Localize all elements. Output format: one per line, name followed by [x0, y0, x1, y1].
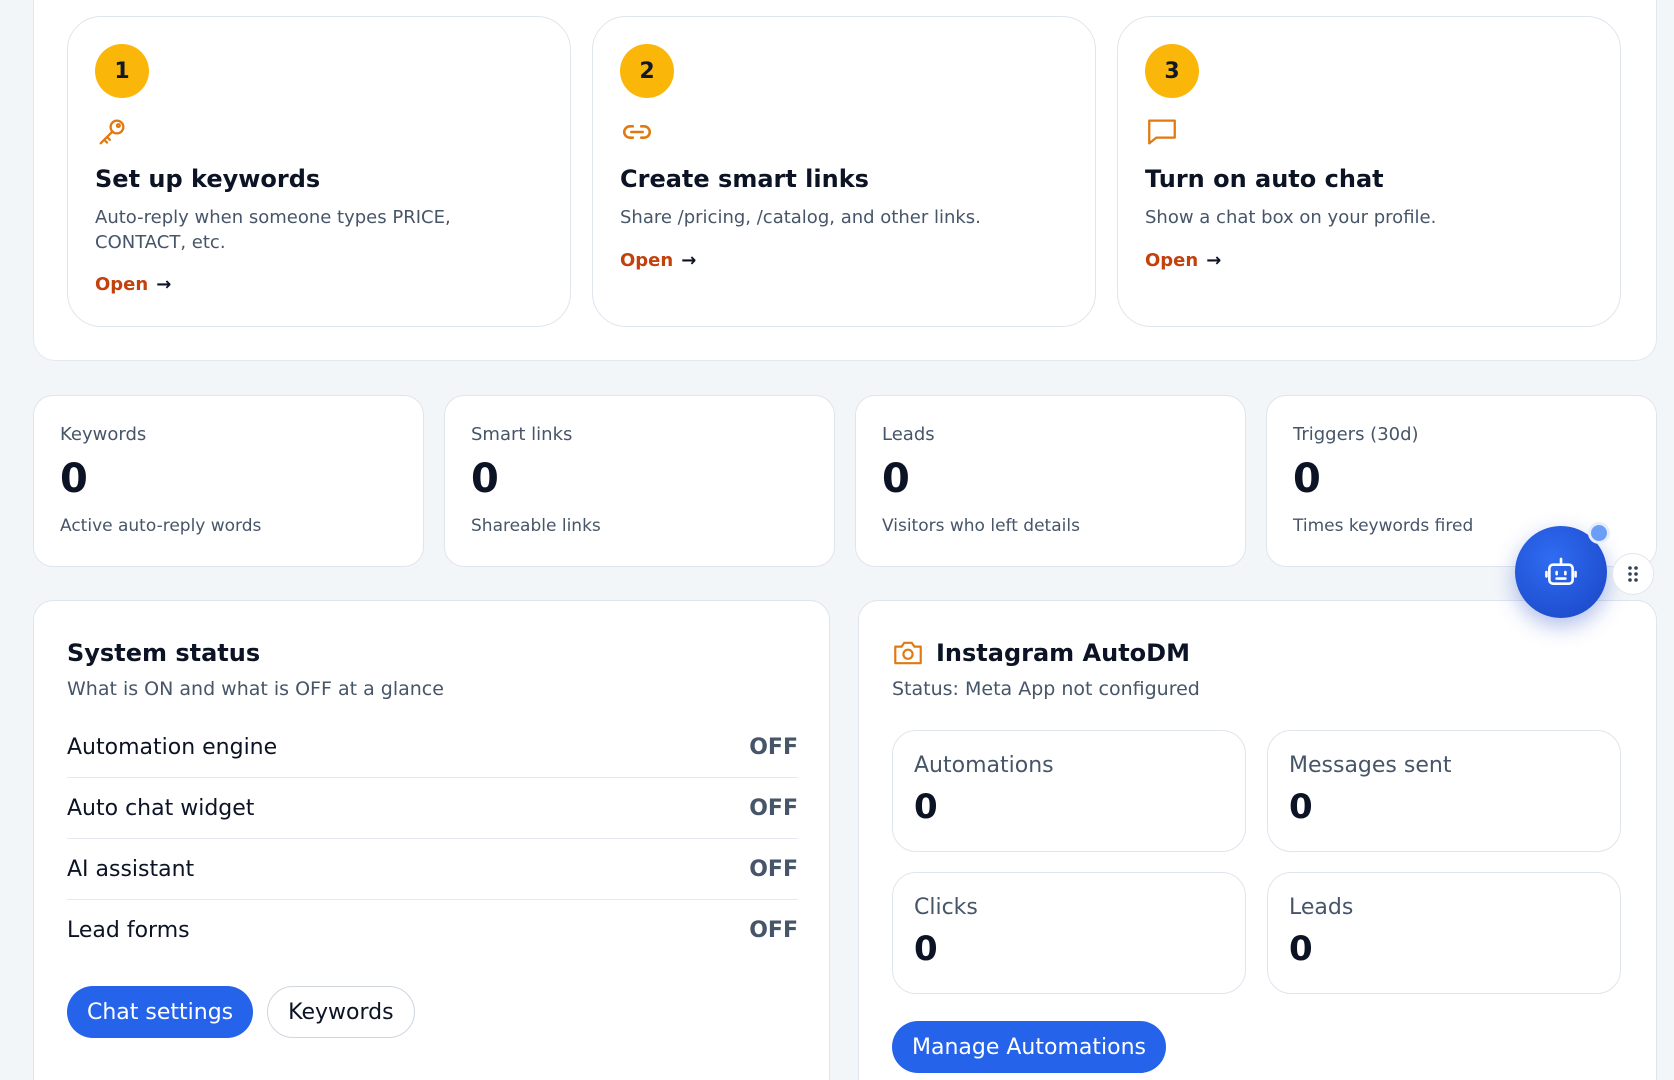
drag-handle[interactable] [1612, 553, 1654, 595]
dashboard-page: 1 Set up keywords Auto-reply when someon… [0, 0, 1674, 1080]
status-value: OFF [749, 856, 798, 882]
stat-label: Triggers (30d) [1293, 424, 1419, 445]
status-row-automation-engine: Automation engine OFF [67, 717, 798, 778]
metric-value: 0 [914, 929, 938, 969]
chat-bubble-icon [1148, 119, 1176, 145]
stat-card-keywords: Keywords 0 Active auto-reply words [33, 395, 424, 567]
system-status-title: System status [67, 639, 261, 667]
metric-card-messages-sent: Messages sent 0 [1267, 730, 1621, 852]
stat-value: 0 [60, 456, 88, 502]
step-description: Share /pricing, /catalog, and other link… [620, 207, 981, 228]
stat-card-smart-links: Smart links 0 Shareable links [444, 395, 835, 567]
status-name: Lead forms [67, 918, 190, 943]
step-number-badge: 1 [95, 44, 149, 98]
instagram-status: Status: Meta App not configured [892, 678, 1200, 700]
metric-label: Leads [1289, 895, 1354, 920]
instagram-autodm-card: Instagram AutoDM Status: Meta App not co… [858, 600, 1657, 1080]
metric-label: Automations [914, 753, 1054, 778]
stat-value: 0 [471, 456, 499, 502]
status-list: Automation engine OFF Auto chat widget O… [67, 717, 798, 961]
metric-value: 0 [1289, 787, 1313, 827]
notification-dot [1588, 522, 1610, 544]
status-row-lead-forms: Lead forms OFF [67, 900, 798, 961]
metric-value: 0 [1289, 929, 1313, 969]
key-icon [99, 119, 125, 145]
stat-caption: Visitors who left details [882, 516, 1080, 536]
step-title: Turn on auto chat [1145, 165, 1384, 193]
step-number-badge: 3 [1145, 44, 1199, 98]
arrow-right-icon: → [1206, 250, 1222, 271]
open-auto-chat-link[interactable]: Open → [1145, 250, 1221, 271]
metric-card-leads: Leads 0 [1267, 872, 1621, 994]
stat-label: Smart links [471, 424, 573, 445]
step-card-keywords: 1 Set up keywords Auto-reply when someon… [67, 16, 571, 327]
stat-label: Keywords [60, 424, 147, 445]
system-status-card: System status What is ON and what is OFF… [33, 600, 830, 1080]
open-link-label: Open [1145, 250, 1199, 271]
getting-started-panel: 1 Set up keywords Auto-reply when someon… [33, 0, 1657, 361]
step-description: Auto-reply when someone types PRICE, CON… [95, 207, 451, 253]
system-status-subtitle: What is ON and what is OFF at a glance [67, 678, 444, 700]
step-card-auto-chat: 3 Turn on auto chat Show a chat box on y… [1117, 16, 1621, 327]
open-smart-links-link[interactable]: Open → [620, 250, 696, 271]
stat-caption: Times keywords fired [1293, 516, 1474, 536]
status-row-ai-assistant: AI assistant OFF [67, 839, 798, 900]
open-link-label: Open [95, 274, 149, 295]
status-name: Automation engine [67, 734, 278, 760]
open-keywords-link[interactable]: Open → [95, 274, 171, 295]
status-row-auto-chat-widget: Auto chat widget OFF [67, 778, 798, 839]
camera-icon [894, 641, 922, 665]
metric-card-clicks: Clicks 0 [892, 872, 1246, 994]
step-title: Create smart links [620, 165, 869, 193]
arrow-right-icon: → [681, 250, 697, 271]
grip-dots-icon [1628, 566, 1638, 582]
metric-label: Messages sent [1289, 753, 1452, 778]
step-description: Show a chat box on your profile. [1145, 207, 1437, 228]
stat-value: 0 [1293, 456, 1321, 502]
keywords-button[interactable]: Keywords [267, 986, 415, 1038]
metric-value: 0 [914, 787, 938, 827]
robot-icon [1545, 557, 1577, 585]
stat-caption: Shareable links [471, 516, 601, 536]
step-card-smart-links: 2 Create smart links Share /pricing, /ca… [592, 16, 1096, 327]
step-title: Set up keywords [95, 165, 321, 193]
status-name: Auto chat widget [67, 795, 255, 821]
metric-label: Clicks [914, 895, 978, 920]
stat-caption: Active auto-reply words [60, 516, 262, 536]
status-value: OFF [749, 918, 798, 943]
arrow-right-icon: → [156, 274, 172, 295]
step-number-badge: 2 [620, 44, 674, 98]
chat-settings-button[interactable]: Chat settings [67, 986, 254, 1038]
status-actions: Chat settings Keywords [67, 986, 415, 1038]
instagram-header: Instagram AutoDM [892, 639, 1190, 667]
open-link-label: Open [620, 250, 674, 271]
metric-card-automations: Automations 0 [892, 730, 1246, 852]
status-name: AI assistant [67, 856, 195, 882]
status-value: OFF [749, 795, 798, 821]
stat-value: 0 [882, 456, 910, 502]
status-value: OFF [749, 734, 798, 760]
link-icon [623, 125, 651, 139]
manage-automations-button[interactable]: Manage Automations [892, 1021, 1166, 1073]
stat-card-leads: Leads 0 Visitors who left details [855, 395, 1246, 567]
instagram-title: Instagram AutoDM [936, 639, 1190, 667]
stat-label: Leads [882, 424, 935, 445]
